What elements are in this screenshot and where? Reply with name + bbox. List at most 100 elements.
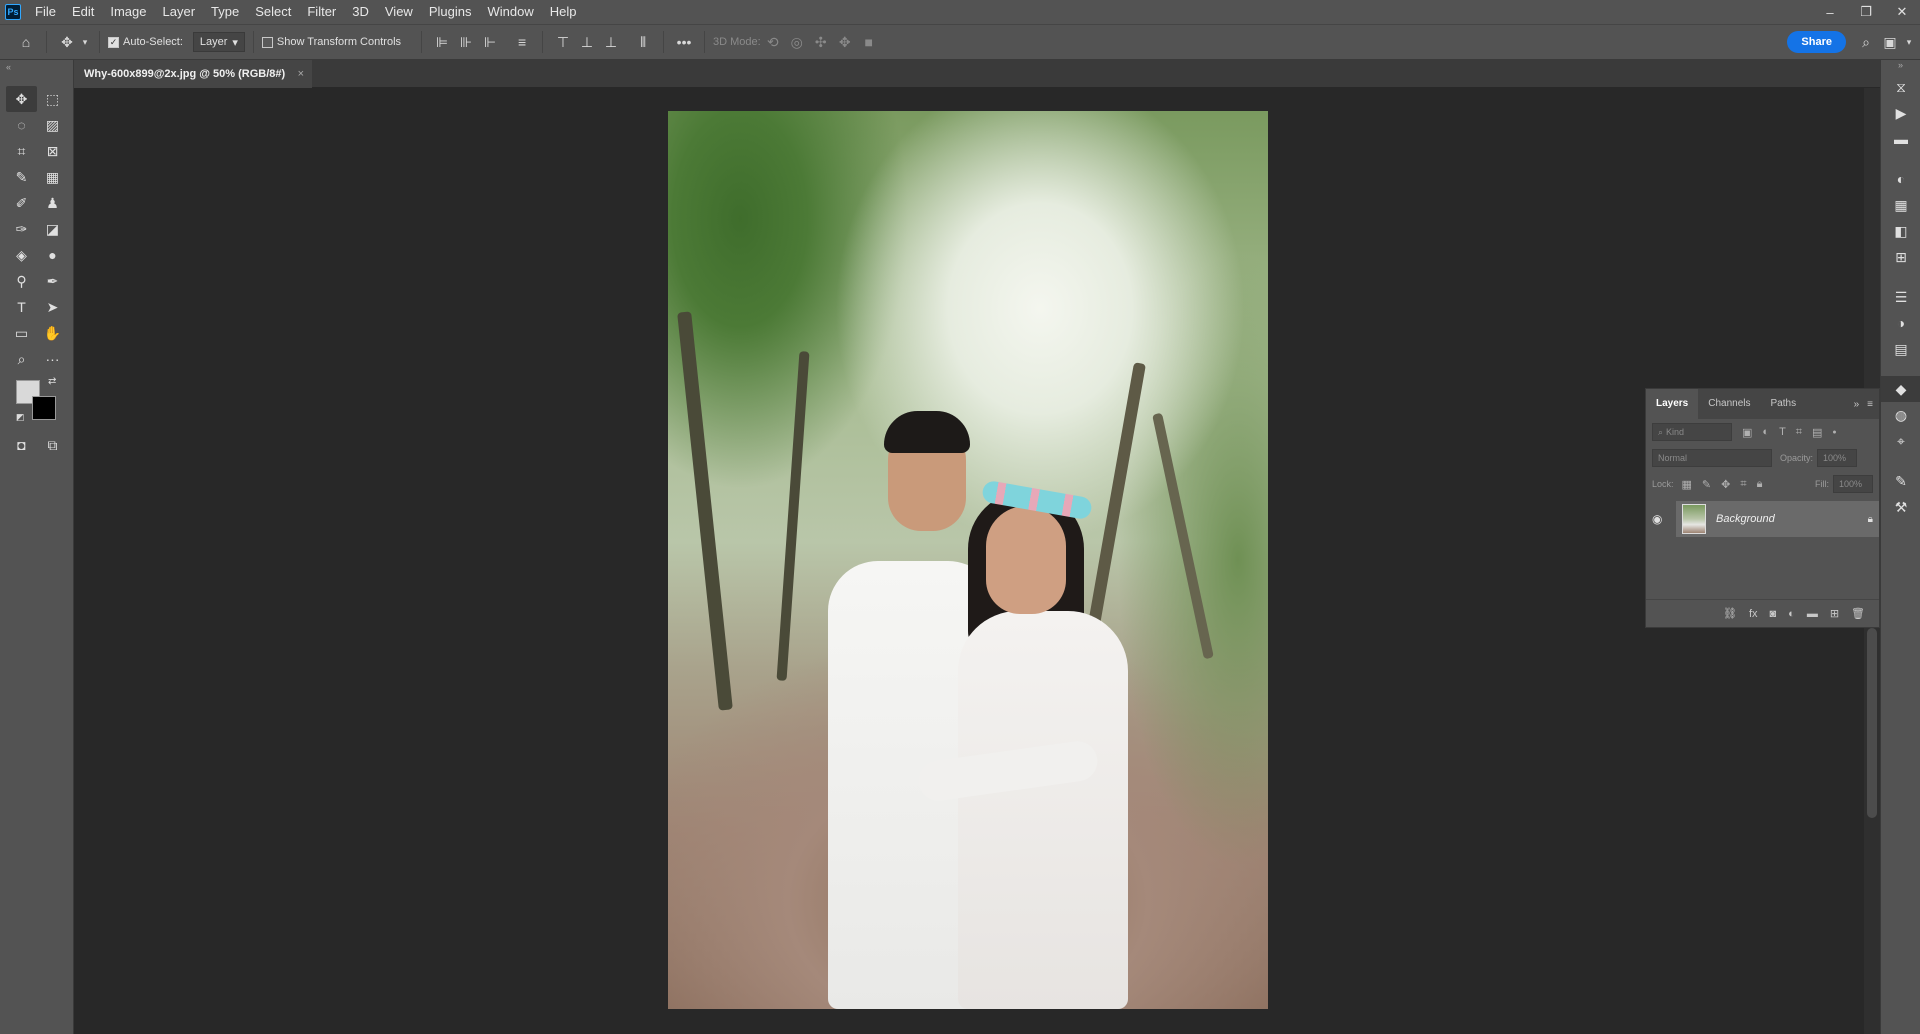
collapse-toolbar-icon[interactable]: « <box>0 60 73 74</box>
move-tool-icon[interactable]: ✥ <box>6 86 37 112</box>
restore-button[interactable]: ❐ <box>1848 0 1884 24</box>
canvas-area[interactable] <box>74 88 1880 1034</box>
lock-position-icon[interactable]: ✥ <box>1721 478 1730 491</box>
menu-file[interactable]: File <box>27 0 64 24</box>
document-tab[interactable]: Why-600x899@2x.jpg @ 50% (RGB/8#) × <box>74 60 312 88</box>
layer-row[interactable]: ◉ Background 🔒︎ <box>1646 501 1879 537</box>
add-layer-style-icon[interactable]: fx <box>1749 608 1758 620</box>
color-panel-icon[interactable]: ◐ <box>1881 166 1920 192</box>
tab-channels[interactable]: Channels <box>1698 389 1760 419</box>
align-left-edges-icon[interactable]: ⊫ <box>430 30 454 54</box>
orbit-3d-icon[interactable]: ⟲ <box>761 30 785 54</box>
hand-tool-icon[interactable]: ✋ <box>37 320 68 346</box>
minimize-button[interactable]: – <box>1812 0 1848 24</box>
paint-bucket-tool-icon[interactable]: ◈ <box>6 242 37 268</box>
tab-paths[interactable]: Paths <box>1761 389 1807 419</box>
distribute-vertical-icon[interactable]: ≡ <box>510 30 534 54</box>
swatches-panel-icon[interactable]: ▦ <box>1881 192 1920 218</box>
channels-panel-icon[interactable]: ◍ <box>1881 402 1920 428</box>
lock-artboard-icon[interactable]: ⌗ <box>1740 478 1746 491</box>
menu-image[interactable]: Image <box>102 0 154 24</box>
lock-image-pixels-icon[interactable]: ✎ <box>1702 478 1711 491</box>
layers-panel-icon[interactable]: ◆ <box>1881 376 1920 402</box>
menu-plugins[interactable]: Plugins <box>421 0 480 24</box>
distribute-horizontal-icon[interactable]: ⦀ <box>631 30 655 54</box>
actions-panel-icon[interactable]: ▶ <box>1881 100 1920 126</box>
filter-smart-object-icon[interactable]: ▤ <box>1812 426 1822 439</box>
scrollbar-thumb[interactable] <box>1867 628 1877 818</box>
patterns-panel-icon[interactable]: ⊞ <box>1881 244 1920 270</box>
rectangle-tool-icon[interactable]: ▭ <box>6 320 37 346</box>
screen-mode-icon[interactable]: ⧉ <box>37 432 68 458</box>
filter-pixel-icon[interactable]: ▣ <box>1742 426 1752 439</box>
close-window-button[interactable]: ✕ <box>1884 0 1920 24</box>
swap-colors-icon[interactable]: ⇄ <box>48 376 56 387</box>
background-color-swatch[interactable] <box>32 396 56 420</box>
brush-settings-panel-icon[interactable]: ✎ <box>1881 468 1920 494</box>
crop-tool-icon[interactable]: ⌗ <box>6 138 37 164</box>
more-options-icon[interactable]: ••• <box>672 30 696 54</box>
menu-select[interactable]: Select <box>247 0 299 24</box>
adjustments-panel-icon[interactable]: ◑ <box>1881 310 1920 336</box>
auto-select-checkbox[interactable]: ✓ Auto-Select: <box>108 36 183 48</box>
new-group-icon[interactable]: ▬ <box>1807 608 1818 620</box>
tab-layers[interactable]: Layers <box>1646 389 1699 419</box>
history-panel-icon[interactable]: ⧖ <box>1881 74 1920 100</box>
properties-panel-icon[interactable]: ☰ <box>1881 284 1920 310</box>
slide-3d-icon[interactable]: ✥ <box>833 30 857 54</box>
menu-layer[interactable]: Layer <box>155 0 204 24</box>
path-selection-tool-icon[interactable]: ➤ <box>37 294 68 320</box>
brush-tool-icon[interactable]: ✐ <box>6 190 37 216</box>
checkbox-unchecked-icon[interactable] <box>261 36 273 48</box>
camera-3d-icon[interactable]: ■ <box>857 30 881 54</box>
tool-presets-panel-icon[interactable]: ⚒ <box>1881 494 1920 520</box>
home-icon[interactable]: ⌂ <box>14 30 38 54</box>
quick-mask-icon[interactable]: ◘ <box>6 432 37 458</box>
lock-all-icon[interactable]: 🔒︎ <box>1757 478 1763 491</box>
align-bottom-edges-icon[interactable]: ⊥ <box>599 30 623 54</box>
zoom-tool-icon[interactable]: ⌕ <box>6 346 37 372</box>
default-colors-icon[interactable]: ◩ <box>16 412 25 423</box>
new-adjustment-layer-icon[interactable]: ◐ <box>1788 608 1795 620</box>
close-icon[interactable]: × <box>298 68 304 80</box>
document-image[interactable] <box>668 111 1268 1009</box>
history-brush-tool-icon[interactable]: ✑ <box>6 216 37 242</box>
drag-3d-icon[interactable]: ✣ <box>809 30 833 54</box>
auto-select-target-dropdown[interactable]: Layer ▾ <box>192 32 245 52</box>
add-layer-mask-icon[interactable]: ◙ <box>1770 608 1777 620</box>
pen-tool-icon[interactable]: ✒ <box>37 268 68 294</box>
panel-menu-icon[interactable]: ≡ <box>1867 399 1873 410</box>
chevron-down-icon[interactable]: ▾ <box>1902 30 1916 54</box>
blend-mode-dropdown[interactable]: Normal <box>1652 449 1772 467</box>
delete-layer-icon[interactable]: 🗑︎ <box>1851 607 1865 620</box>
clone-stamp-tool-icon[interactable]: ♟ <box>37 190 68 216</box>
align-vertical-centers-icon[interactable]: ⊥ <box>575 30 599 54</box>
eyedropper-tool-icon[interactable]: ✎ <box>6 164 37 190</box>
align-horizontal-centers-icon[interactable]: ⊪ <box>454 30 478 54</box>
align-top-edges-icon[interactable]: ⊤ <box>551 30 575 54</box>
frame-tool-icon[interactable]: ⊠ <box>37 138 68 164</box>
opacity-input[interactable]: 100% <box>1817 449 1858 467</box>
eraser-tool-icon[interactable]: ◪ <box>37 216 68 242</box>
type-tool-icon[interactable]: T <box>6 294 37 320</box>
menu-type[interactable]: Type <box>203 0 247 24</box>
rectangular-marquee-tool-icon[interactable]: ⬚ <box>37 86 68 112</box>
layer-kind-filter[interactable]: ⌕ Kind <box>1652 423 1732 441</box>
share-button[interactable]: Share <box>1787 31 1846 53</box>
libraries-panel-icon[interactable]: ▤ <box>1881 336 1920 362</box>
workspace-icon[interactable]: ▣ <box>1878 30 1902 54</box>
comments-panel-icon[interactable]: ▬ <box>1881 126 1920 152</box>
menu-3d[interactable]: 3D <box>344 0 377 24</box>
lasso-tool-icon[interactable]: ◌ <box>6 112 37 138</box>
link-layers-icon[interactable]: ⛓ <box>1723 607 1737 620</box>
dodge-tool-icon[interactable]: ⚲ <box>6 268 37 294</box>
new-layer-icon[interactable]: ⊞ <box>1830 607 1839 620</box>
search-icon[interactable]: ⌕ <box>1854 30 1878 54</box>
collapse-panel-icon[interactable]: » <box>1854 399 1860 410</box>
filter-adjustment-icon[interactable]: ◐ <box>1762 426 1769 438</box>
visibility-eye-icon[interactable]: ◉ <box>1652 512 1676 526</box>
roll-3d-icon[interactable]: ◎ <box>785 30 809 54</box>
edit-toolbar-icon[interactable]: ··· <box>37 346 68 372</box>
spot-healing-brush-tool-icon[interactable]: ▦ <box>37 164 68 190</box>
layer-item-background[interactable]: Background 🔒︎ <box>1676 501 1879 537</box>
